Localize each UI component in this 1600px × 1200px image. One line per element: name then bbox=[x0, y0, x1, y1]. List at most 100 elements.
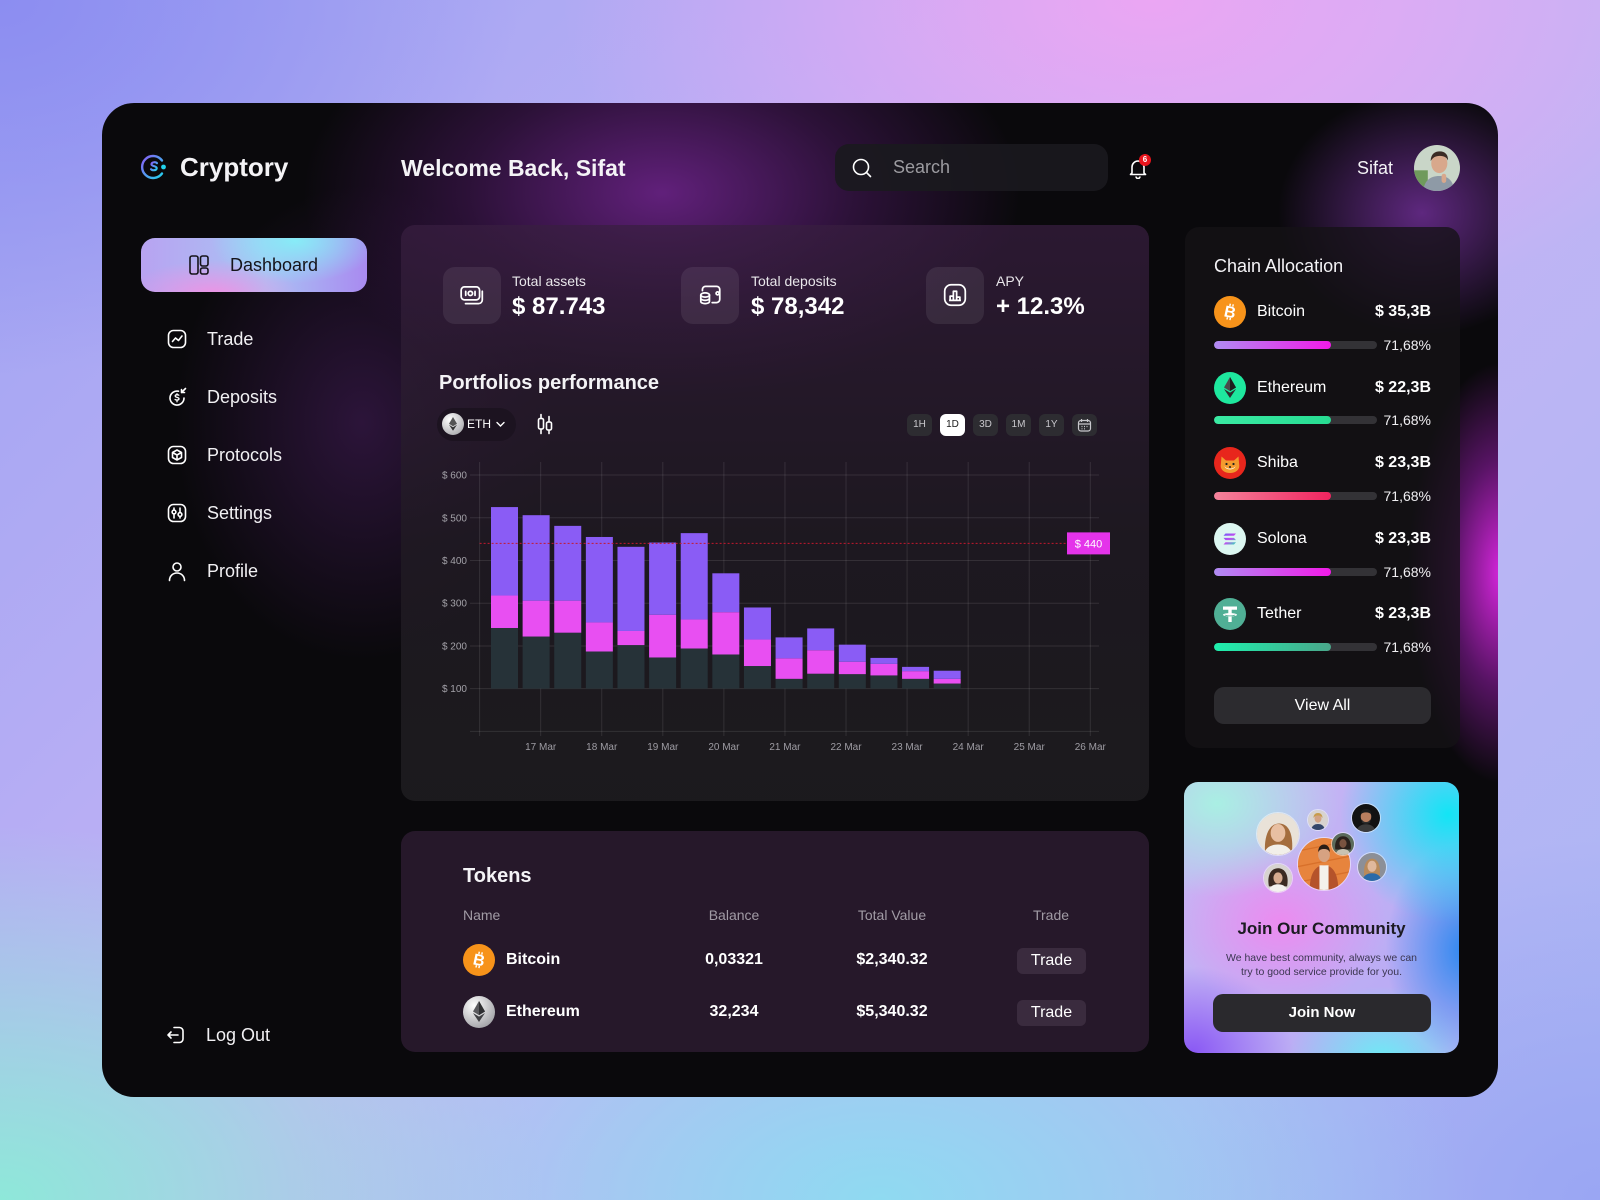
x-tick-label: 18 Mar bbox=[586, 742, 618, 753]
stat-icon-box bbox=[681, 267, 739, 324]
allocation-progress-fill bbox=[1214, 568, 1331, 576]
sidebar-item-label: Protocols bbox=[207, 445, 283, 465]
bar-segment-middle bbox=[649, 614, 677, 658]
allocation-percent: 71,68% bbox=[1383, 488, 1431, 504]
chain-name: Tether bbox=[1257, 605, 1302, 622]
ethereum-icon bbox=[463, 996, 495, 1028]
sidebar-item-profile[interactable]: Profile bbox=[162, 551, 382, 591]
stat-icon-box bbox=[926, 267, 984, 324]
bar-segment-top bbox=[743, 607, 771, 640]
y-tick-label: $ 300 bbox=[442, 599, 467, 610]
bar-segment-middle bbox=[870, 663, 898, 676]
sidebar-item-protocols[interactable]: Protocols bbox=[162, 435, 382, 475]
timeframe-3d[interactable]: 3D bbox=[973, 414, 998, 436]
chain-name: Shiba bbox=[1257, 454, 1298, 471]
chain-value: $ 23,3B bbox=[1374, 530, 1431, 547]
timeframe-1m[interactable]: 1M bbox=[1006, 414, 1031, 436]
bar-segment-top bbox=[585, 536, 613, 623]
community-member-avatar bbox=[1263, 863, 1293, 893]
bar-segment-top bbox=[491, 507, 518, 596]
logout-button[interactable]: Log Out bbox=[162, 1015, 382, 1055]
community-member-avatar bbox=[1331, 832, 1355, 856]
chevron-down-icon bbox=[496, 421, 505, 427]
bar-segment-top bbox=[838, 644, 866, 662]
x-tick-label: 19 Mar bbox=[647, 742, 679, 753]
allocation-progress-fill bbox=[1214, 492, 1331, 500]
timeframe-1y[interactable]: 1Y bbox=[1039, 414, 1064, 436]
shiba-icon bbox=[1214, 447, 1246, 479]
allocation-progress-bar bbox=[1214, 568, 1377, 576]
x-tick-label: 26 Mar bbox=[1075, 742, 1107, 753]
bar-segment-base bbox=[870, 675, 898, 689]
timeframe-1h[interactable]: 1H bbox=[907, 414, 932, 436]
sidebar-item-dashboard[interactable]: Dashboard bbox=[141, 238, 367, 292]
portfolio-card: Total assets $ 87.743 Total deposits $ 7… bbox=[401, 225, 1149, 801]
trade-button[interactable]: Trade bbox=[1017, 1000, 1086, 1026]
bar-segment-middle bbox=[680, 619, 708, 649]
trade-button[interactable]: Trade bbox=[1017, 948, 1086, 974]
bar-segment-base bbox=[902, 678, 930, 689]
bitcoin-icon: B bbox=[1214, 296, 1246, 328]
welcome-heading: Welcome Back, Sifat bbox=[401, 155, 626, 181]
logout-icon bbox=[167, 1026, 184, 1044]
allocation-percent: 71,68% bbox=[1383, 639, 1431, 655]
bar-segment-middle bbox=[933, 678, 961, 684]
bar-segment-base bbox=[554, 632, 582, 689]
sidebar-item-label: Trade bbox=[207, 329, 254, 349]
bar-segment-middle bbox=[775, 658, 803, 679]
stat-label: Total deposits bbox=[751, 273, 837, 289]
sidebar-item-deposits[interactable]: Deposits bbox=[162, 377, 382, 417]
calendar-icon bbox=[1077, 419, 1092, 432]
x-tick-label: 20 Mar bbox=[708, 742, 740, 753]
tokens-table: Tokens Name Balance Total Value Trade B … bbox=[401, 831, 1149, 1052]
bar-chart-icon bbox=[943, 283, 967, 307]
user-name[interactable]: Sifat bbox=[1357, 156, 1393, 180]
notification-badge: 6 bbox=[1139, 154, 1151, 166]
stat-value: + 12.3% bbox=[996, 293, 1085, 320]
sidebar-item-settings[interactable]: Settings bbox=[162, 493, 382, 533]
ethereum-icon bbox=[442, 413, 464, 435]
bar-segment-base bbox=[712, 654, 740, 689]
candlestick-toggle[interactable] bbox=[535, 413, 555, 435]
chain-value: $ 22,3B bbox=[1374, 379, 1431, 396]
candlestick-icon bbox=[537, 413, 553, 435]
search-input[interactable]: Search bbox=[835, 144, 1108, 191]
profile-icon bbox=[168, 562, 186, 582]
token-total-value: $2,340.32 bbox=[856, 951, 928, 968]
bar-segment-base bbox=[838, 674, 866, 689]
settings-icon bbox=[167, 503, 187, 523]
trade-icon bbox=[167, 329, 187, 349]
chain-value: $ 23,3B bbox=[1374, 605, 1431, 622]
timeframe-1d[interactable]: 1D bbox=[940, 414, 965, 436]
bar-segment-top bbox=[807, 628, 835, 651]
bar-segment-middle bbox=[617, 630, 645, 646]
x-tick-label: 22 Mar bbox=[830, 742, 862, 753]
bar-segment-top bbox=[775, 637, 803, 659]
view-all-button[interactable]: View All bbox=[1214, 687, 1431, 724]
asset-selector-dropdown[interactable]: ETH bbox=[437, 408, 516, 441]
join-now-button[interactable]: Join Now bbox=[1213, 994, 1431, 1032]
column-header-name: Name bbox=[463, 907, 501, 923]
bar-segment-base bbox=[775, 678, 803, 689]
community-member-avatar bbox=[1357, 852, 1387, 882]
stat-icon-box bbox=[443, 267, 501, 324]
app-window: Cryptory Welcome Back, Sifat Search 6 Si… bbox=[102, 103, 1498, 1097]
bar-segment-top bbox=[680, 533, 708, 620]
bar-segment-middle bbox=[743, 639, 771, 667]
bar-segment-base bbox=[743, 666, 771, 689]
date-range-button[interactable] bbox=[1072, 414, 1097, 436]
community-member-avatar bbox=[1256, 812, 1300, 856]
chart-title: Portfolios performance bbox=[439, 372, 660, 394]
sidebar-item-trade[interactable]: Trade bbox=[162, 319, 382, 359]
user-avatar[interactable] bbox=[1414, 145, 1460, 191]
community-card: Join Our Community We have best communit… bbox=[1184, 782, 1459, 1053]
search-icon bbox=[852, 158, 872, 178]
ethereum-icon bbox=[1214, 372, 1246, 404]
portfolio-bar-chart: $ 600 $ 500 $ 400 $ 300 $ 200 $ 100 17 Mar 18 M… bbox=[442, 462, 1110, 753]
bar-segment-base bbox=[649, 657, 677, 689]
allocation-percent: 71,68% bbox=[1383, 337, 1431, 353]
bar-segment-top bbox=[522, 515, 550, 601]
bar-segment-top bbox=[649, 542, 677, 615]
sidebar-item-label: Settings bbox=[207, 503, 273, 523]
bar-segment-top bbox=[554, 525, 582, 601]
